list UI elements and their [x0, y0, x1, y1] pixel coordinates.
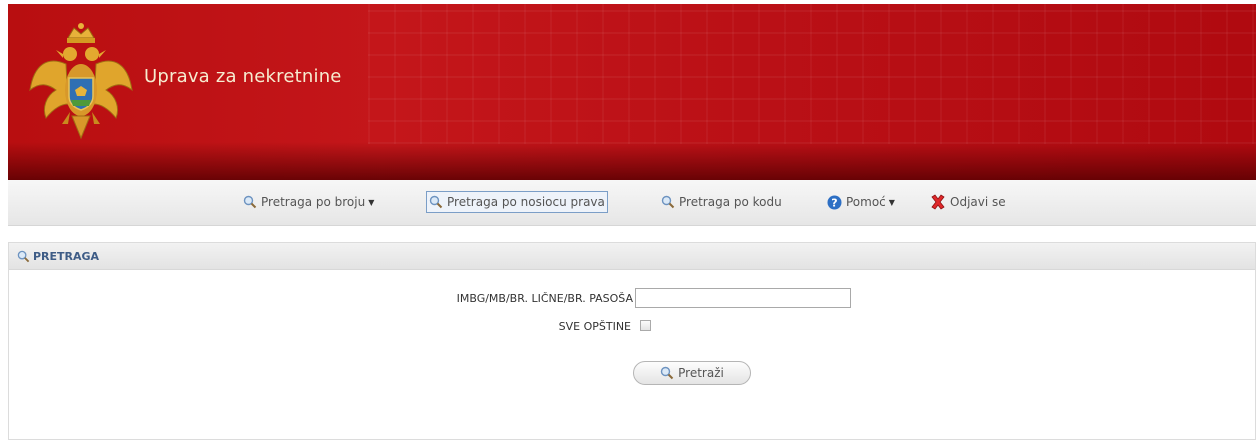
nav-item-pretraga-po-broju[interactable]: Pretraga po broju ▼: [243, 192, 374, 212]
nav-item-label: Pomoć: [846, 195, 886, 209]
search-panel: PRETRAGA IMBG/MB/BR. LIČNE/BR. PASOŠA SV…: [8, 242, 1256, 440]
nav-item-pomoc[interactable]: ? Pomoć ▼: [827, 192, 895, 212]
logout-icon: [930, 194, 946, 210]
help-icon: ?: [827, 195, 842, 210]
header-pattern: [368, 4, 1256, 144]
all-municipalities-label: SVE OPŠTINE: [558, 320, 631, 333]
nav-item-label: Pretraga po broju: [261, 195, 366, 209]
magnifier-icon: [429, 195, 443, 209]
panel-header: PRETRAGA: [9, 243, 1255, 270]
id-number-input[interactable]: [635, 288, 851, 308]
chevron-down-icon: ▼: [888, 197, 895, 207]
search-button[interactable]: Pretraži: [633, 361, 751, 385]
chevron-down-icon: ▼: [368, 197, 375, 207]
nav-item-label: Pretraga po kodu: [679, 195, 782, 209]
header-shade: [8, 142, 1256, 180]
nav-item-pretraga-po-nosiocu-prava[interactable]: Pretraga po nosiocu prava: [426, 191, 608, 213]
nav-item-pretraga-po-kodu[interactable]: Pretraga po kodu: [661, 192, 782, 212]
nav-item-odjavi-se[interactable]: Odjavi se: [930, 192, 1006, 212]
site-header: Uprava za nekretnine: [8, 4, 1256, 180]
montenegro-coat-of-arms-icon: [26, 20, 136, 148]
nav-item-label: Pretraga po nosiocu prava: [447, 195, 605, 209]
panel-title: PRETRAGA: [33, 249, 100, 263]
magnifier-icon: [661, 195, 675, 209]
site-title: Uprava za nekretnine: [144, 66, 342, 87]
svg-text:?: ?: [831, 196, 837, 209]
all-municipalities-checkbox[interactable]: [640, 320, 651, 331]
magnifier-icon: [660, 366, 674, 380]
magnifier-icon: [17, 250, 30, 263]
nav-item-label: Odjavi se: [950, 195, 1006, 209]
main-navigation: Pretraga po broju ▼ Pretraga po nosiocu …: [8, 180, 1256, 226]
id-field-label: IMBG/MB/BR. LIČNE/BR. PASOŠA: [456, 292, 633, 305]
search-button-label: Pretraži: [678, 366, 724, 380]
magnifier-icon: [243, 195, 257, 209]
